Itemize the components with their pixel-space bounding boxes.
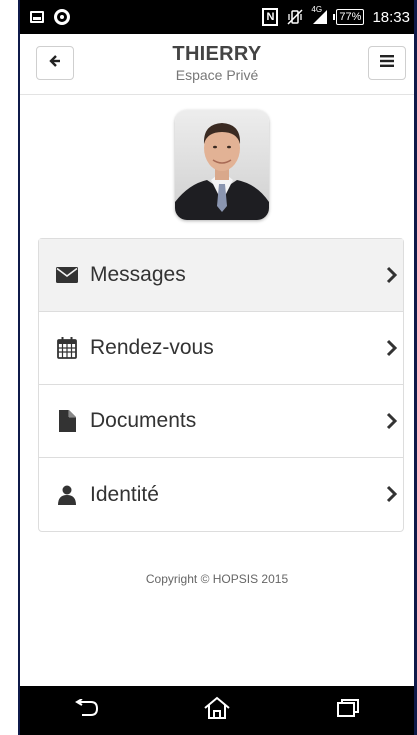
chevron-right-icon (385, 338, 399, 358)
menu-item-documents[interactable]: Documents (39, 385, 403, 458)
gallery-notification-icon (30, 11, 44, 23)
status-bar: N 4G 77% 18:33 (20, 0, 414, 34)
user-icon (56, 484, 78, 506)
page-title: THIERRY (172, 43, 262, 65)
private-space-menu: Messages Rendez-vous Documents Identité (38, 238, 404, 532)
nav-recent-apps-button[interactable] (328, 691, 368, 731)
status-time: 18:33 (372, 8, 410, 26)
menu-item-label: Rendez-vous (90, 336, 214, 359)
system-nav-bar (20, 686, 414, 735)
user-photo (175, 110, 269, 220)
chevron-right-icon (385, 411, 399, 431)
device-frame-left (0, 0, 20, 735)
nav-back-button[interactable] (66, 691, 106, 731)
back-arrow-icon (73, 698, 99, 722)
menu-item-label: Messages (90, 263, 186, 286)
page-subtitle: Espace Privé (175, 67, 259, 83)
menu-item-label: Identité (90, 482, 159, 506)
home-icon (203, 696, 231, 725)
back-button[interactable] (36, 46, 74, 80)
chevron-right-icon (385, 484, 399, 504)
signal-icon: 4G (311, 5, 328, 25)
nav-home-button[interactable] (197, 691, 237, 731)
vibrate-off-icon (286, 8, 304, 26)
menu-item-rendez-vous[interactable]: Rendez-vous (39, 312, 403, 385)
avatar (175, 110, 269, 220)
envelope-icon (56, 264, 78, 286)
document-icon (56, 410, 78, 432)
menu-button[interactable] (368, 46, 406, 80)
arrow-left-icon (48, 54, 62, 73)
menu-item-identite[interactable]: Identité (39, 458, 403, 531)
hamburger-menu-icon (380, 54, 394, 72)
calendar-icon (56, 337, 78, 359)
phone-screen: N 4G 77% 18:33 THIERRY Espace Privé Mess… (20, 0, 414, 735)
menu-item-messages[interactable]: Messages (39, 239, 403, 312)
app-notification-icon (54, 9, 70, 25)
battery-icon: 77% (333, 9, 365, 25)
app-header: THIERRY Espace Privé (20, 34, 414, 95)
menu-item-label: Documents (90, 409, 197, 432)
network-type-label: 4G (311, 5, 323, 14)
chevron-right-icon (385, 265, 399, 285)
recent-apps-icon (336, 698, 360, 723)
nfc-icon: N (262, 8, 279, 26)
copyright-text: Copyright © HOPSIS 2015 (145, 572, 289, 586)
header-title-block: THIERRY Espace Privé (100, 42, 334, 84)
